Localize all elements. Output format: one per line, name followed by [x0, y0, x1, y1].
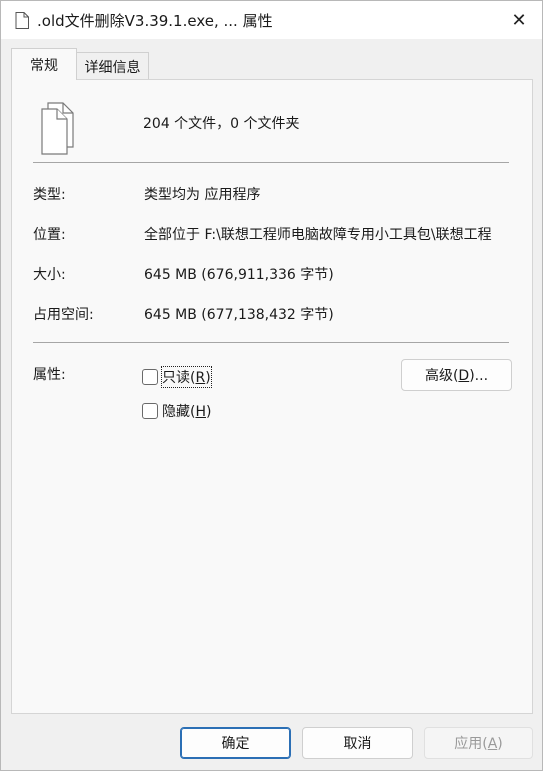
size-label: 大小: — [33, 267, 66, 283]
advanced-button-label: 高级(D)... — [424, 368, 489, 384]
general-panel: 204 个文件，0 个文件夹 类型: 类型均为 应用程序 位置: 全部位于 F:… — [11, 79, 533, 714]
readonly-checkbox[interactable]: 只读(R) — [142, 366, 212, 388]
divider — [33, 162, 509, 163]
attributes-label: 属性: — [33, 367, 66, 383]
cancel-button[interactable]: 取消 — [302, 727, 413, 759]
close-icon: ✕ — [511, 9, 527, 31]
tab-details[interactable]: 详细信息 — [77, 52, 149, 80]
multiple-files-icon — [41, 102, 74, 155]
checkbox-box[interactable] — [142, 403, 158, 419]
selection-summary: 204 个文件，0 个文件夹 — [143, 116, 300, 132]
tab-label: 常规 — [30, 57, 58, 74]
tab-general[interactable]: 常规 — [11, 48, 77, 80]
file-icon — [15, 12, 29, 29]
apply-button-label: 应用(A) — [454, 736, 503, 752]
size-on-disk-value: 645 MB (677,138,432 字节) — [144, 307, 334, 323]
tab-strip: 常规 详细信息 — [11, 48, 533, 80]
checkbox-box[interactable] — [142, 369, 158, 385]
hidden-checkbox[interactable]: 隐藏(H) — [142, 401, 211, 421]
ok-button-label: 确定 — [221, 736, 250, 752]
cancel-button-label: 取消 — [343, 736, 372, 752]
location-value[interactable]: 全部位于 F:\联想工程师电脑故障专用小工具包\联想工程 — [144, 224, 514, 244]
tab-label: 详细信息 — [84, 59, 141, 76]
ok-button[interactable]: 确定 — [180, 727, 291, 759]
title-bar: .old文件删除V3.39.1.exe, ... 属性 ✕ — [1, 1, 542, 39]
size-value: 645 MB (676,911,336 字节) — [144, 267, 334, 283]
location-label: 位置: — [33, 227, 66, 243]
divider — [33, 342, 509, 343]
readonly-label: 只读(R) — [161, 366, 212, 388]
hidden-label: 隐藏(H) — [162, 404, 212, 420]
apply-button[interactable]: 应用(A) — [424, 727, 533, 759]
type-value: 类型均为 应用程序 — [144, 187, 261, 203]
size-on-disk-label: 占用空间: — [33, 307, 94, 323]
window-title: .old文件删除V3.39.1.exe, ... 属性 — [37, 12, 273, 30]
advanced-button[interactable]: 高级(D)... — [401, 359, 512, 391]
close-button[interactable]: ✕ — [496, 1, 542, 39]
properties-dialog: .old文件删除V3.39.1.exe, ... 属性 ✕ 常规 详细信息 20… — [0, 0, 543, 771]
type-label: 类型: — [33, 187, 66, 203]
